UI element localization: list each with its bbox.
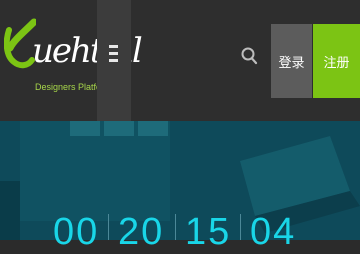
countdown-digit: 15 <box>185 211 232 253</box>
site-logo[interactable]: uehtml Designers Platform <box>4 10 143 100</box>
countdown-digit: 00 <box>53 211 100 253</box>
login-button[interactable]: 登录 <box>271 24 312 98</box>
countdown-digit: 20 <box>118 211 165 253</box>
menu-button[interactable] <box>97 0 131 121</box>
countdown-separator <box>240 214 241 240</box>
top-navigation-bar: uehtml Designers Platform 登录 注册 <box>0 0 360 121</box>
search-icon <box>241 47 258 65</box>
countdown-separator <box>108 214 109 240</box>
register-button[interactable]: 注册 <box>313 24 360 98</box>
countdown-separator <box>175 214 176 240</box>
countdown-timer: 00 20 15 04 <box>0 210 360 253</box>
countdown-digit: 04 <box>250 211 297 253</box>
search-button[interactable] <box>240 46 260 68</box>
